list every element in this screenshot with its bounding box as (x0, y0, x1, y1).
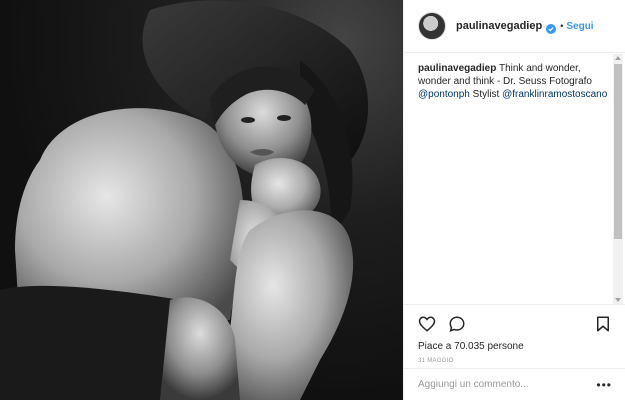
post-sidebar: paulinavegadiep • Segui paulinavegadiep … (403, 0, 625, 400)
caption-text-middle: Stylist (469, 89, 503, 100)
post-date[interactable]: 31 maggio (418, 358, 612, 364)
instagram-post: paulinavegadiep • Segui paulinavegadiep … (0, 0, 625, 400)
post-header: paulinavegadiep • Segui (404, 0, 625, 53)
comment-icon[interactable] (448, 315, 466, 333)
add-comment-bar: ••• (404, 368, 625, 400)
username-link[interactable]: paulinavegadiep (456, 20, 542, 32)
comment-input[interactable] (418, 379, 597, 390)
mention-photographer[interactable]: @pontonph (418, 89, 470, 100)
verified-badge-icon (546, 21, 557, 34)
comments-area: paulinavegadiep Think and wonder, wonder… (404, 54, 625, 304)
avatar[interactable] (418, 12, 446, 40)
heart-icon[interactable] (418, 315, 436, 333)
likes-count[interactable]: Piace a 70.035 persone (418, 341, 612, 352)
comments-scrollbar[interactable] (613, 54, 623, 304)
photo-black-and-white-portrait (0, 0, 369, 400)
scroll-down-arrow-icon[interactable] (615, 298, 621, 302)
mention-stylist[interactable]: @franklinramostoscano (502, 89, 607, 100)
bookmark-icon[interactable] (594, 315, 612, 333)
caption: paulinavegadiep Think and wonder, wonder… (418, 62, 610, 101)
follow-button[interactable]: Segui (566, 21, 593, 32)
caption-author[interactable]: paulinavegadiep (418, 63, 496, 74)
post-photo[interactable] (0, 0, 403, 400)
action-icons-row (418, 313, 612, 335)
more-options-icon[interactable]: ••• (596, 378, 612, 392)
post-actions: Piace a 70.035 persone 31 maggio (404, 304, 625, 368)
separator-dot: • (560, 21, 564, 31)
scroll-up-arrow-icon[interactable] (615, 56, 621, 60)
scrollbar-thumb[interactable] (614, 64, 622, 239)
